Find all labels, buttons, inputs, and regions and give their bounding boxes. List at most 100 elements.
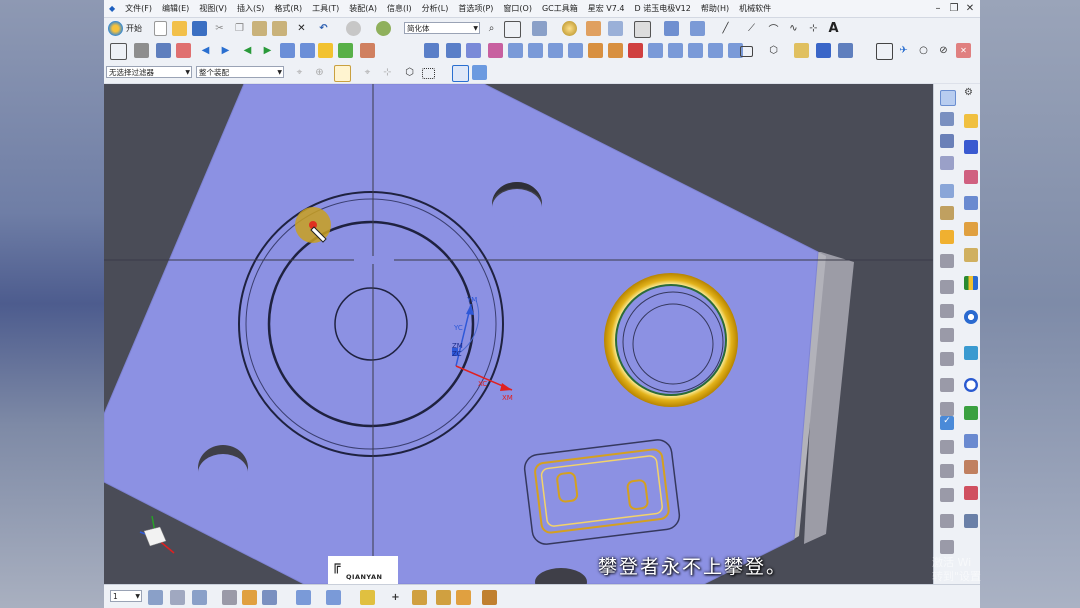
tool-tab-icon-21[interactable]: [940, 402, 954, 416]
wave-link-icon[interactable]: [360, 43, 375, 58]
constraint-icon[interactable]: [156, 43, 171, 58]
menu-electrode[interactable]: D 诺玉电极V12: [630, 3, 696, 14]
offset-face-icon[interactable]: [794, 43, 809, 58]
delete-icon[interactable]: ✕: [294, 21, 309, 36]
tool-tab-icon-31[interactable]: [940, 514, 954, 528]
start-button-label[interactable]: 开始: [126, 23, 142, 34]
tool-tab-icon-26[interactable]: [964, 460, 978, 474]
shaded-cube-icon[interactable]: [472, 65, 487, 80]
pattern-icon[interactable]: ⊘: [936, 43, 951, 58]
status-dropdown[interactable]: 1 ▼: [110, 590, 142, 602]
new-file-icon[interactable]: [154, 21, 167, 36]
move-component-icon[interactable]: [280, 43, 295, 58]
tool-tab-icon-6[interactable]: [964, 196, 978, 210]
constraint-tab-icon[interactable]: [940, 134, 954, 148]
bottom-tool-icon-13[interactable]: [456, 590, 471, 605]
tool-tab-icon-8[interactable]: [964, 222, 978, 236]
menu-info[interactable]: 信息(I): [382, 3, 417, 14]
tool-tab-icon-7[interactable]: [940, 206, 954, 220]
tool-tab-icon-27[interactable]: [940, 464, 954, 478]
square-icon[interactable]: [876, 43, 893, 60]
bottom-tool-icon-5[interactable]: [242, 590, 257, 605]
clock-icon[interactable]: [964, 378, 978, 392]
cut-icon[interactable]: ✂: [212, 21, 227, 36]
box-yellow-icon[interactable]: [318, 43, 333, 58]
slot-icon[interactable]: [568, 43, 583, 58]
selection-scope-dropdown[interactable]: 整个装配 ▼: [196, 66, 284, 78]
box-green-icon[interactable]: [338, 43, 353, 58]
tool-tab-icon-25[interactable]: [940, 440, 954, 454]
menu-tools[interactable]: 工具(T): [307, 3, 344, 14]
pad-icon[interactable]: [548, 43, 563, 58]
menu-format[interactable]: 格式(R): [269, 3, 307, 14]
arrow-right-icon[interactable]: ▶: [218, 43, 233, 58]
transform-icon[interactable]: [690, 21, 705, 36]
snap-grid-icon[interactable]: [504, 21, 521, 38]
link-icon[interactable]: ✈: [896, 43, 911, 58]
spline-icon[interactable]: ∿: [786, 21, 801, 36]
bottom-tool-icon-6[interactable]: [262, 590, 277, 605]
slot-pocket[interactable]: [523, 438, 681, 545]
tool-tab-icon-18[interactable]: [940, 352, 954, 366]
selection-priority-icon[interactable]: [532, 21, 547, 36]
role-icon[interactable]: [110, 43, 127, 60]
model-view[interactable]: YM YC ZM ZC XC XM: [104, 84, 933, 584]
select-all-icon[interactable]: ⊕: [312, 65, 327, 80]
paste-icon[interactable]: [252, 21, 267, 36]
sphere-icon[interactable]: [562, 21, 577, 36]
save-icon[interactable]: [192, 21, 207, 36]
wifi-icon[interactable]: [964, 310, 978, 324]
web-tab-icon[interactable]: [940, 184, 954, 198]
bowtie-icon[interactable]: [964, 140, 978, 154]
point-icon[interactable]: ⌖: [360, 65, 375, 80]
measure-icon[interactable]: [664, 21, 679, 36]
bottom-tool-icon-14[interactable]: [482, 590, 497, 605]
tool-tab-icon-2[interactable]: [964, 114, 978, 128]
menu-analysis[interactable]: 分析(L): [417, 3, 454, 14]
open-folder-icon[interactable]: [172, 21, 187, 36]
tool-tab-icon-20[interactable]: [940, 378, 954, 392]
part-navigator-tab-icon[interactable]: [940, 112, 954, 126]
midpoint-icon[interactable]: ⊹: [380, 65, 395, 80]
tool-tab-icon-13[interactable]: [940, 280, 954, 294]
menu-insert[interactable]: 插入(S): [232, 3, 269, 14]
chamfer-icon[interactable]: [628, 43, 643, 58]
close-icon[interactable]: ✕: [962, 3, 978, 14]
circle-icon[interactable]: ○: [916, 43, 931, 58]
tool-tab-icon-14[interactable]: [940, 304, 954, 318]
intersect-icon[interactable]: [708, 43, 723, 58]
draft-icon[interactable]: [816, 43, 831, 58]
replace-face-icon[interactable]: [838, 43, 853, 58]
undo-icon[interactable]: ↶: [316, 21, 331, 36]
datum-icon[interactable]: ⊹: [806, 21, 821, 36]
graphics-viewport[interactable]: YM YC ZM ZC XC XM: [104, 84, 933, 584]
subtract-icon[interactable]: [688, 43, 703, 58]
tool-tab-icon-17[interactable]: [964, 346, 978, 360]
books-icon[interactable]: [964, 276, 978, 290]
pocket-icon[interactable]: [528, 43, 543, 58]
shape-filter-dropdown[interactable]: 简化体 ▼: [404, 22, 480, 34]
hole-icon[interactable]: [488, 43, 503, 58]
menu-edit[interactable]: 编辑(E): [157, 3, 194, 14]
rectangle-select-icon[interactable]: [422, 68, 435, 79]
groove-icon[interactable]: [588, 43, 603, 58]
bottom-tool-icon-11[interactable]: [412, 590, 427, 605]
snap-point-icon[interactable]: [334, 65, 351, 82]
rectangle-icon[interactable]: [740, 46, 753, 57]
mirror-icon[interactable]: [300, 43, 315, 58]
line-icon[interactable]: ╱: [718, 21, 733, 36]
paste-special-icon[interactable]: [272, 21, 287, 36]
minimize-icon[interactable]: –: [930, 3, 946, 14]
bottom-tool-icon-12[interactable]: [436, 590, 451, 605]
extrude-icon[interactable]: [446, 43, 461, 58]
tool-tab-icon-22[interactable]: [964, 406, 978, 420]
unite-icon[interactable]: [668, 43, 683, 58]
hexagon-select-icon[interactable]: ⬡: [402, 65, 417, 80]
tool-tab-icon-24[interactable]: [964, 434, 978, 448]
shell-icon[interactable]: [648, 43, 663, 58]
start-icon[interactable]: [108, 21, 123, 36]
close-dialog-icon[interactable]: ✕: [956, 43, 971, 58]
color-box-icon[interactable]: [634, 21, 651, 38]
copy-icon[interactable]: ❐: [232, 21, 247, 36]
bottom-tool-icon-3[interactable]: [192, 590, 207, 605]
